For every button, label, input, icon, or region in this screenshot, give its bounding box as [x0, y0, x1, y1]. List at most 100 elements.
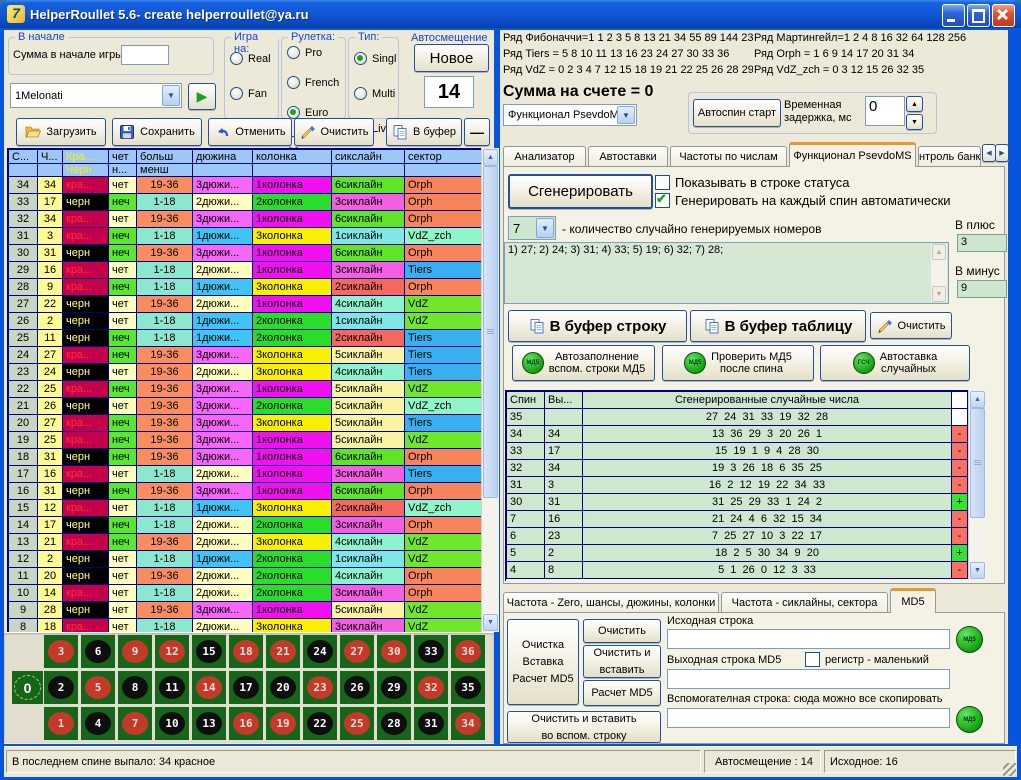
history-header-cell[interactable]: чет: [109, 150, 137, 164]
board-cell-28[interactable]: 28: [377, 707, 411, 740]
history-header-cell[interactable]: [332, 164, 405, 177]
source-string-input[interactable]: [667, 629, 950, 649]
history-row[interactable]: 1716кра...чет1-182дюжи...1колонка3сиклай…: [9, 466, 482, 483]
radio-option-french[interactable]: French: [287, 76, 350, 89]
history-row[interactable]: 1120чернчет19-362дюжи...2колонка4сиклайн…: [9, 568, 482, 585]
spins-scrollbar[interactable]: ▲ ▼: [968, 390, 986, 580]
tab-частота-сиклайны-сектора[interactable]: Частота - сиклайны, сектора: [721, 592, 888, 613]
history-row[interactable]: 1831черннеч19-363дюжи...1колонка6сиклайн…: [9, 449, 482, 466]
scroll-up-icon[interactable]: ▲: [932, 244, 946, 260]
spins-row[interactable]: 485 1 26 0 12 3 33-: [507, 562, 968, 579]
board-cell-23[interactable]: 23: [303, 671, 337, 704]
history-row[interactable]: 2126чернчет19-363дюжи...2колонка5сиклайн…: [9, 398, 482, 415]
radio-icon[interactable]: [230, 87, 243, 100]
scrollbar-thumb[interactable]: [483, 166, 498, 498]
history-row[interactable]: 122чернчет1-181дюжи...2колонка1сиклайнVd…: [9, 551, 482, 568]
history-row[interactable]: 1014кра...чет1-182дюжи...2колонка3сиклай…: [9, 585, 482, 602]
scroll-up-icon[interactable]: ▲: [970, 391, 985, 408]
board-cell-34[interactable]: 34: [451, 707, 485, 740]
board-cell-30[interactable]: 30: [377, 635, 411, 668]
board-cell-zero[interactable]: 0: [12, 671, 43, 704]
history-header-cell[interactable]: сикслайн: [332, 150, 405, 164]
history-header-cell[interactable]: С...: [9, 150, 38, 164]
board-cell-3[interactable]: 3: [44, 635, 78, 668]
history-header-cell[interactable]: сектор: [405, 150, 482, 164]
tab-md5[interactable]: MD5: [890, 588, 936, 613]
spins-header-cell[interactable]: Спин: [507, 392, 545, 409]
case-checkbox[interactable]: регистр - маленький: [805, 652, 929, 667]
preset-combo[interactable]: 1Melonati ▼: [10, 83, 182, 108]
delay-input[interactable]: 0: [865, 96, 905, 126]
tab-scroll-left-icon[interactable]: ◀: [982, 144, 996, 162]
history-row[interactable]: 818кра...чет1-182дюжи...3колонка3сиклайн…: [9, 619, 482, 634]
spin-up-icon[interactable]: ▲: [906, 96, 923, 112]
scroll-down-icon[interactable]: ▼: [483, 614, 498, 631]
md5-clear-paste-button[interactable]: Очистить ивставить: [583, 645, 661, 678]
history-row[interactable]: 3317черннеч1-182дюжи...2колонка3сиклайнO…: [9, 194, 482, 211]
board-cell-11[interactable]: 11: [155, 671, 189, 704]
history-header-cell[interactable]: Ч...: [38, 150, 63, 164]
board-cell-24[interactable]: 24: [303, 635, 337, 668]
chevron-down-icon[interactable]: ▼: [536, 218, 554, 238]
board-cell-22[interactable]: 22: [303, 707, 337, 740]
history-header-cell[interactable]: колонка: [253, 150, 332, 164]
md5-icon-button[interactable]: МД5: [956, 706, 983, 733]
chevron-down-icon[interactable]: ▼: [162, 85, 180, 106]
scroll-up-icon[interactable]: ▲: [483, 149, 498, 166]
board-cell-31[interactable]: 31: [414, 707, 448, 740]
count-combo[interactable]: 7 ▼: [508, 216, 556, 240]
history-header-cell[interactable]: менш: [137, 164, 193, 177]
scroll-down-icon[interactable]: ▼: [970, 562, 985, 579]
autospin-start-button[interactable]: Автоспин старт: [693, 99, 781, 127]
radio-option-real[interactable]: Real: [230, 52, 283, 65]
board-cell-12[interactable]: 12: [155, 635, 189, 668]
spins-row[interactable]: 343413 36 29 3 20 26 1-: [507, 426, 968, 443]
history-header-cell[interactable]: Черн: [63, 164, 109, 177]
copy-table-button[interactable]: В буфер таблицу: [690, 310, 866, 342]
history-header-cell[interactable]: [38, 164, 63, 177]
start-sum-input[interactable]: [121, 45, 169, 65]
radio-option-singl[interactable]: Singl: [354, 52, 403, 65]
tab-частоты-по-числам[interactable]: Частоты по числам: [670, 146, 787, 167]
delay-spinner[interactable]: ▲ ▼: [906, 96, 923, 126]
history-scrollbar[interactable]: ▲ ▼: [481, 148, 499, 632]
play-button[interactable]: ▶: [188, 83, 216, 110]
autofill-md5-button[interactable]: МД5 Автозаполнениевспом. строки МД5: [512, 345, 655, 381]
board-cell-25[interactable]: 25: [340, 707, 374, 740]
load-button[interactable]: Загрузить: [16, 118, 106, 146]
mode-combo[interactable]: Функционал PsevdoMS ▼: [503, 104, 637, 126]
radio-option-multi[interactable]: Multi: [354, 87, 403, 100]
history-header-cell[interactable]: Кра...: [63, 150, 109, 164]
clear-gen-button[interactable]: Очистить: [870, 312, 952, 339]
spins-header-cell[interactable]: Сгенерированные случайные числа: [583, 392, 952, 409]
board-cell-2[interactable]: 2: [44, 671, 78, 704]
board-cell-4[interactable]: 4: [81, 707, 115, 740]
history-row[interactable]: 1631черннеч19-363дюжи...1колонка6сиклайн…: [9, 483, 482, 500]
board-cell-17[interactable]: 17: [229, 671, 263, 704]
spins-row[interactable]: 323419 3 26 18 6 35 25-: [507, 460, 968, 477]
history-row[interactable]: 2027кра...неч19-363дюжи...3колонка5сикла…: [9, 415, 482, 432]
history-header-cell[interactable]: [253, 164, 332, 177]
board-cell-10[interactable]: 10: [155, 707, 189, 740]
tab-функционал-psevdoms[interactable]: Функционал PsevdoMS: [789, 142, 916, 167]
board-cell-27[interactable]: 27: [340, 635, 374, 668]
minimize-button[interactable]: [942, 4, 965, 27]
radio-icon[interactable]: [287, 76, 300, 89]
history-row[interactable]: 2225кра...неч19-363дюжи...1колонка5сикла…: [9, 381, 482, 398]
checkbox-auto-generate[interactable]: Генерировать на каждый спин автоматическ…: [655, 193, 951, 208]
tab-анализатор[interactable]: Анализатор: [503, 146, 586, 167]
history-header-cell[interactable]: н...: [109, 164, 137, 177]
board-cell-29[interactable]: 29: [377, 671, 411, 704]
md5-big-button[interactable]: ОчисткаВставкаРасчет MD5: [507, 619, 579, 705]
history-header-cell[interactable]: больш: [137, 150, 193, 164]
aux-string-input[interactable]: [667, 708, 950, 728]
radio-icon[interactable]: [354, 87, 367, 100]
md5-icon-button[interactable]: МД5: [956, 626, 983, 653]
board-cell-20[interactable]: 20: [266, 671, 300, 704]
tab-автоставки[interactable]: Автоставки: [588, 146, 668, 167]
history-row[interactable]: 3234кра...чет19-363дюжи...1колонка6сикла…: [9, 211, 482, 228]
history-row[interactable]: 1321кра...неч19-362дюжи...3колонка4сикла…: [9, 534, 482, 551]
spins-row[interactable]: 331715 19 1 9 4 28 30-: [507, 443, 968, 460]
history-header-cell[interactable]: дюжина: [193, 150, 253, 164]
spin-down-icon[interactable]: ▼: [906, 114, 923, 130]
